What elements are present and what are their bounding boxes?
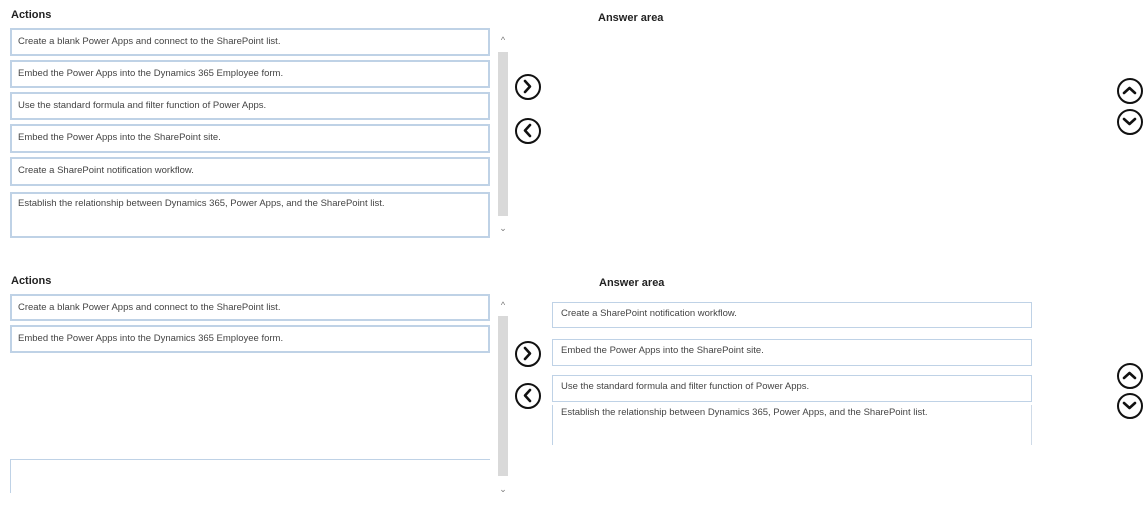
answer-area-heading: Answer area xyxy=(598,12,664,24)
action-item-label: Embed the Power Apps into the SharePoint… xyxy=(18,132,221,143)
move-left-button[interactable] xyxy=(515,118,541,144)
move-up-button[interactable] xyxy=(1117,78,1143,104)
empty-slot[interactable] xyxy=(10,459,490,493)
action-item[interactable]: Embed the Power Apps into the Dynamics 3… xyxy=(10,60,490,88)
move-up-button[interactable] xyxy=(1117,363,1143,389)
scroll-up-arrow[interactable]: ^ xyxy=(496,299,510,311)
chevron-down-icon xyxy=(1122,117,1137,126)
chevron-left-icon xyxy=(523,388,532,403)
action-item[interactable]: Create a SharePoint notification workflo… xyxy=(10,157,490,186)
scroll-thumb[interactable] xyxy=(498,52,508,216)
move-down-button[interactable] xyxy=(1117,393,1143,419)
chevron-left-icon xyxy=(523,123,532,138)
action-item[interactable]: Embed the Power Apps into the SharePoint… xyxy=(10,124,490,153)
action-item-label: Embed the Power Apps into the Dynamics 3… xyxy=(18,68,284,79)
scroll-up-arrow[interactable]: ^ xyxy=(496,34,510,46)
chevron-up-icon xyxy=(1122,86,1137,95)
answer-item[interactable]: Use the standard formula and filter func… xyxy=(552,375,1032,402)
answer-item-label: Embed the Power Apps into the SharePoint… xyxy=(561,345,764,356)
actions-scrollbar[interactable]: ^ ⌄ xyxy=(496,28,510,238)
scroll-down-arrow[interactable]: ⌄ xyxy=(496,222,510,234)
action-item-label: Use the standard formula and filter func… xyxy=(18,100,267,111)
chevron-right-icon xyxy=(523,79,532,94)
action-item-label: Create a blank Power Apps and connect to… xyxy=(18,36,281,47)
chevron-right-icon xyxy=(523,346,532,361)
actions-heading: Actions xyxy=(11,275,52,287)
answer-item[interactable]: Embed the Power Apps into the SharePoint… xyxy=(552,339,1032,366)
actions-scrollbar[interactable]: ^ ⌄ xyxy=(496,294,510,499)
action-item[interactable]: Use the standard formula and filter func… xyxy=(10,92,490,120)
scroll-down-arrow[interactable]: ⌄ xyxy=(496,483,510,495)
action-item-label: Create a blank Power Apps and connect to… xyxy=(18,302,281,313)
answer-item-label: Use the standard formula and filter func… xyxy=(561,381,810,392)
move-right-button[interactable] xyxy=(515,74,541,100)
answer-area-heading: Answer area xyxy=(599,277,665,289)
move-right-button[interactable] xyxy=(515,341,541,367)
chevron-down-icon xyxy=(1122,401,1137,410)
actions-heading: Actions xyxy=(11,9,52,21)
scroll-thumb[interactable] xyxy=(498,316,508,476)
action-item[interactable]: Create a blank Power Apps and connect to… xyxy=(10,294,490,321)
answer-item-label: Create a SharePoint notification workflo… xyxy=(561,308,737,319)
move-down-button[interactable] xyxy=(1117,109,1143,135)
action-item[interactable]: Establish the relationship between Dynam… xyxy=(10,192,490,238)
move-left-button[interactable] xyxy=(515,383,541,409)
action-item-label: Embed the Power Apps into the Dynamics 3… xyxy=(18,333,284,344)
answer-item-label: Establish the relationship between Dynam… xyxy=(561,407,928,418)
answer-item[interactable]: Create a SharePoint notification workflo… xyxy=(552,302,1032,328)
action-item-label: Establish the relationship between Dynam… xyxy=(18,198,385,209)
action-item-label: Create a SharePoint notification workflo… xyxy=(18,165,194,176)
answer-item[interactable]: Establish the relationship between Dynam… xyxy=(552,405,1032,445)
action-item[interactable]: Embed the Power Apps into the Dynamics 3… xyxy=(10,325,490,353)
chevron-up-icon xyxy=(1122,371,1137,380)
action-item[interactable]: Create a blank Power Apps and connect to… xyxy=(10,28,490,56)
